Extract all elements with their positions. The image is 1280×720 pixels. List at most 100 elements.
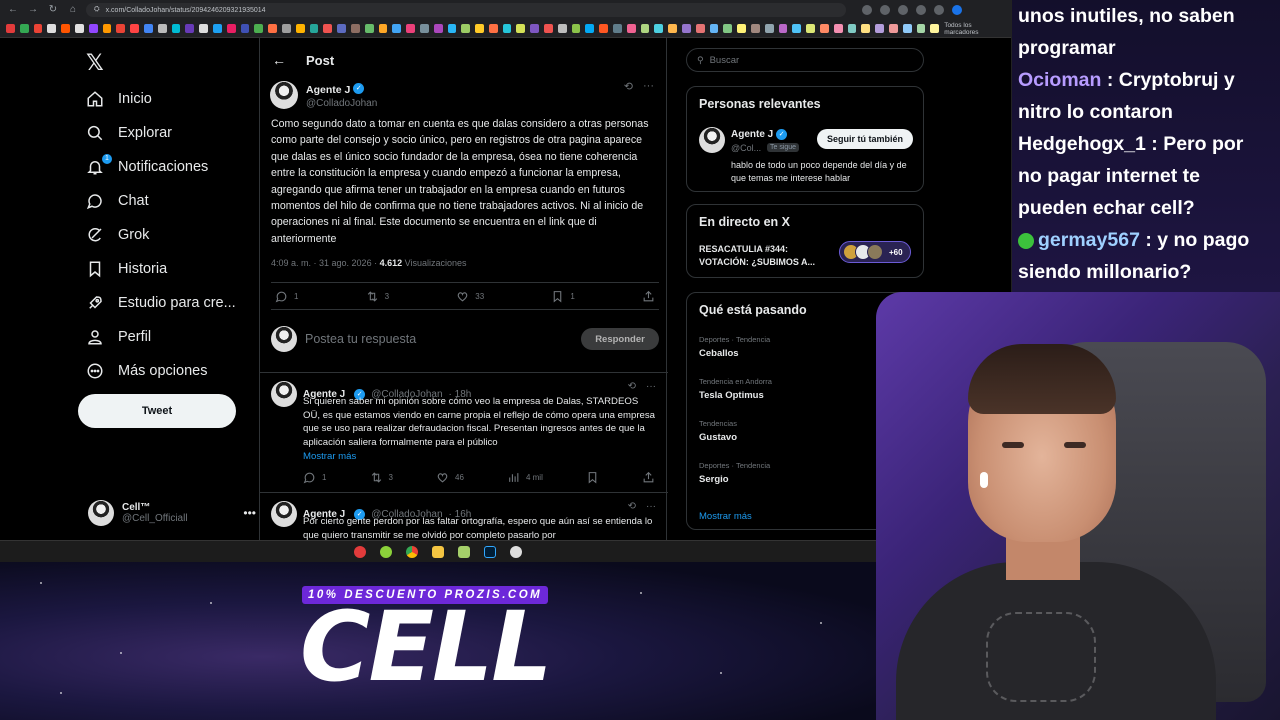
bookmark-icon[interactable] xyxy=(875,24,884,33)
bookmark-icon[interactable] xyxy=(6,24,15,33)
account-switcher[interactable]: Cell™ @Cell_Officiall ••• xyxy=(88,498,256,528)
bookmark-icon[interactable] xyxy=(820,24,829,33)
reply-tweet[interactable]: Agente J ✓ @ColladoJohan · 18h ⟲ ··· Si … xyxy=(260,372,668,490)
trend-item[interactable]: Ceballos xyxy=(699,348,739,359)
nav-item-creator-studio[interactable]: Estudio para cre... xyxy=(86,290,236,316)
views-button[interactable]: 4 mil xyxy=(507,471,543,484)
home-icon[interactable]: ⌂ xyxy=(66,3,80,17)
like-button[interactable]: 46 xyxy=(436,471,464,484)
bookmark-icon[interactable] xyxy=(626,24,636,33)
bookmark-icon[interactable] xyxy=(861,24,871,33)
share-button[interactable] xyxy=(642,471,655,484)
reply-button[interactable]: 1 xyxy=(275,290,298,303)
bookmark-icon[interactable] xyxy=(488,24,498,33)
bookmark-icon[interactable] xyxy=(806,24,816,33)
avatar[interactable] xyxy=(271,381,297,407)
chrome-icon[interactable] xyxy=(406,545,418,558)
bookmark-icon[interactable] xyxy=(916,24,926,33)
show-more-link[interactable]: Mostrar más xyxy=(303,451,356,462)
photoshop-icon[interactable] xyxy=(484,545,496,558)
reply-submit-button[interactable]: Responder xyxy=(581,328,659,350)
bookmark-icon[interactable] xyxy=(226,24,236,33)
all-bookmarks-label[interactable]: Todos los marcadores xyxy=(944,22,1006,36)
avatar[interactable] xyxy=(699,127,725,153)
bookmark-icon[interactable] xyxy=(433,24,443,33)
share-icon[interactable] xyxy=(880,5,890,15)
bookmark-icon[interactable] xyxy=(19,24,29,33)
nav-item-notifications[interactable]: 1 Notificaciones xyxy=(86,154,208,180)
follow-back-button[interactable]: Seguir tú también xyxy=(816,129,913,149)
author-handle[interactable]: @ColladoJohan xyxy=(306,98,377,109)
search-input[interactable]: Buscar xyxy=(710,55,740,66)
bookmark-icon[interactable] xyxy=(792,24,802,33)
nav-item-more[interactable]: Más opciones xyxy=(86,358,207,384)
x-logo-icon[interactable]: 𝕏 xyxy=(86,50,104,76)
forward-icon[interactable]: → xyxy=(26,3,40,17)
back-icon[interactable]: ← xyxy=(6,3,20,17)
nav-item-explore[interactable]: Explorar xyxy=(86,120,172,146)
app-icon[interactable] xyxy=(458,545,470,558)
bookmark-icon[interactable] xyxy=(640,24,650,33)
address-bar[interactable]: ⛭ x.com/ColladoJohan/status/209424620932… xyxy=(86,3,846,17)
app-icon[interactable] xyxy=(380,545,392,558)
extension-icon[interactable] xyxy=(934,5,944,15)
bookmark-icon[interactable] xyxy=(571,24,581,33)
bookmark-icon[interactable] xyxy=(212,24,222,33)
author-name[interactable]: Agente J xyxy=(306,84,350,96)
bookmark-icon[interactable] xyxy=(47,24,57,33)
bookmark-icon[interactable] xyxy=(764,24,774,33)
bookmark-icon[interactable] xyxy=(88,24,98,33)
folder-icon[interactable] xyxy=(432,545,444,558)
bookmark-icon[interactable] xyxy=(378,24,388,33)
app-icon[interactable] xyxy=(354,545,366,558)
bookmark-icon[interactable] xyxy=(516,24,526,33)
bookmark-icon[interactable] xyxy=(557,24,567,33)
bookmark-icon[interactable] xyxy=(751,24,760,33)
reply-input[interactable]: Postea tu respuesta xyxy=(305,332,416,346)
bookmark-icon[interactable] xyxy=(240,24,250,33)
bookmark-icon[interactable] xyxy=(889,24,898,33)
star-icon[interactable] xyxy=(898,5,908,15)
bookmark-icon[interactable] xyxy=(502,24,512,33)
extension-icon[interactable] xyxy=(916,5,926,15)
bookmark-icon[interactable] xyxy=(364,24,374,33)
bookmark-button[interactable] xyxy=(586,471,599,484)
live-space-title[interactable]: RESACATULIA #344: VOTACIÓN: ¿SUBIMOS A..… xyxy=(699,243,839,269)
app-icon[interactable] xyxy=(510,545,522,558)
bookmark-icon[interactable] xyxy=(323,24,333,33)
bookmark-icon[interactable] xyxy=(268,24,277,33)
bookmark-icon[interactable] xyxy=(392,24,402,33)
live-listeners[interactable]: +60 xyxy=(839,241,911,263)
bookmark-icon[interactable] xyxy=(61,24,70,33)
grok-icon[interactable]: ⟲ xyxy=(628,501,636,512)
tweet-button[interactable]: Tweet xyxy=(78,394,236,428)
repost-button[interactable]: 3 xyxy=(366,290,389,303)
search-box[interactable]: ⚲ Buscar xyxy=(686,48,924,72)
back-arrow-icon[interactable]: ← xyxy=(272,52,286,68)
bookmark-icon[interactable] xyxy=(143,24,153,33)
bookmark-icon[interactable] xyxy=(281,24,291,33)
relevant-name[interactable]: Agente J ✓ xyxy=(731,129,788,140)
bookmark-icon[interactable] xyxy=(254,24,264,33)
bookmark-icon[interactable] xyxy=(350,24,360,33)
bookmark-icon[interactable] xyxy=(833,24,843,33)
bookmark-icon[interactable] xyxy=(599,24,609,33)
trend-item[interactable]: Sergio xyxy=(699,474,729,485)
bookmark-icon[interactable] xyxy=(847,24,857,33)
bookmark-icon[interactable] xyxy=(102,24,112,33)
bookmark-icon[interactable] xyxy=(544,24,553,33)
grok-icon[interactable]: ⟲ xyxy=(624,80,633,93)
bookmark-icon[interactable] xyxy=(709,24,719,33)
bookmark-icon[interactable] xyxy=(130,24,139,33)
post-time[interactable]: 4:09 a. m. · 31 ago. 2026 · xyxy=(271,258,377,268)
reply-tweet[interactable]: Agente J ✓ @ColladoJohan · 16h ⟲ ··· Por… xyxy=(260,492,668,540)
avatar[interactable] xyxy=(271,501,297,527)
bookmark-icon[interactable] xyxy=(654,24,664,33)
site-info-icon[interactable]: ⛭ xyxy=(94,6,100,14)
bookmark-icon[interactable] xyxy=(185,24,195,33)
nav-item-profile[interactable]: Perfil xyxy=(86,324,151,350)
bookmark-icon[interactable] xyxy=(157,24,167,33)
bookmark-icon[interactable] xyxy=(461,24,471,33)
trend-item[interactable]: Tesla Optimus xyxy=(699,390,764,401)
profile-icon[interactable] xyxy=(952,5,962,15)
